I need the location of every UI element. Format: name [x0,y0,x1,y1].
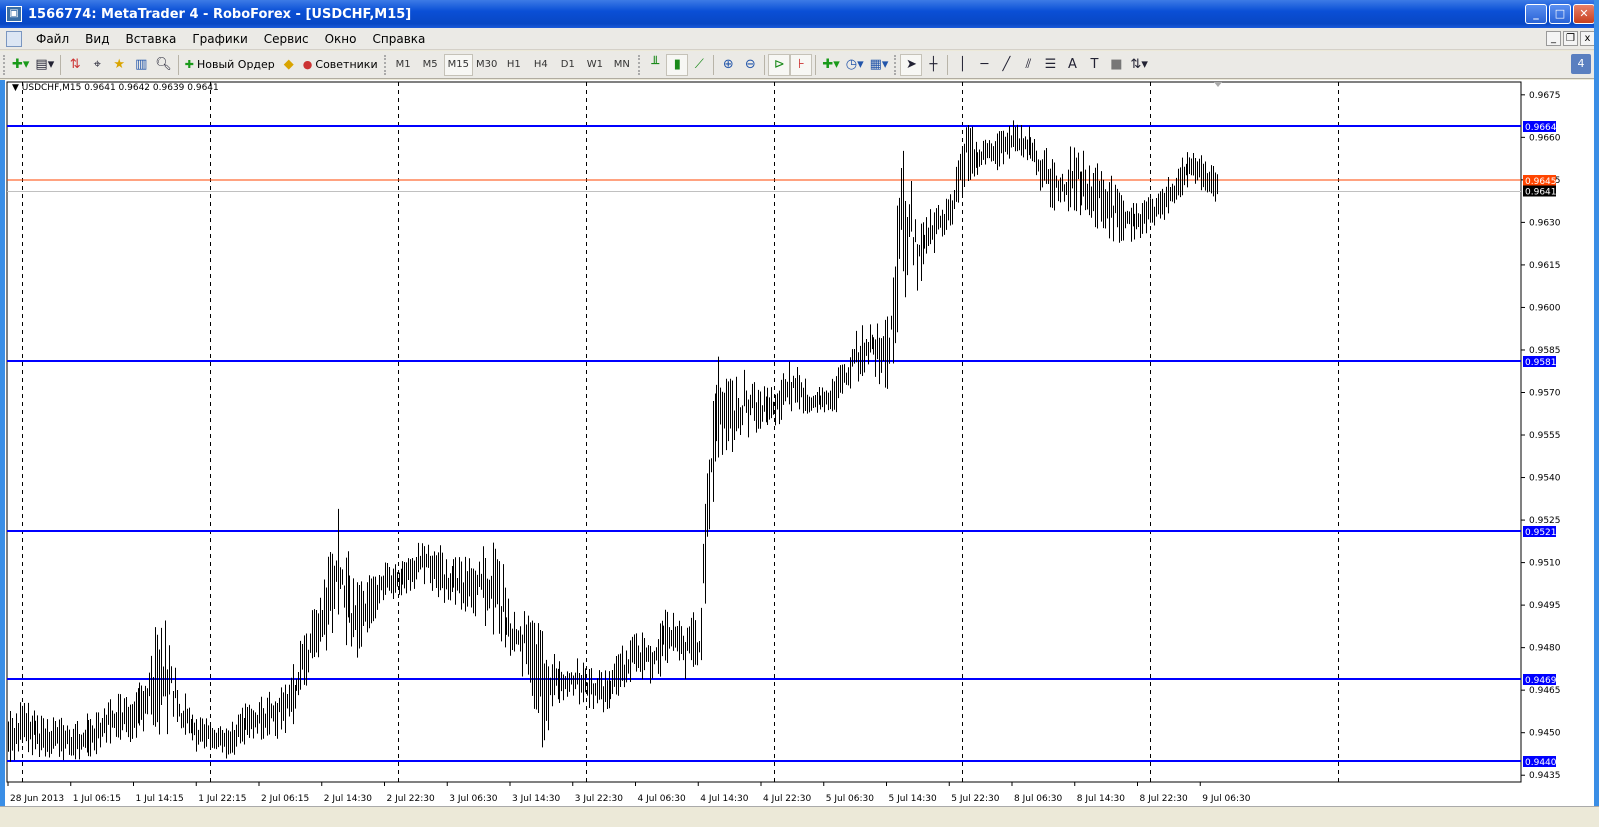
right-border [1594,0,1599,827]
y-tick-label: 0.9450 [1529,729,1561,739]
price-label: 0.9521 [1525,528,1557,538]
x-tick-label: 8 Jul 14:30 [1077,794,1126,804]
x-tick-label: 1 Jul 06:15 [73,794,121,804]
y-tick-label: 0.9630 [1529,218,1561,228]
collapse-icon[interactable]: ▼ [12,83,22,93]
x-tick-label: 1 Jul 14:15 [136,794,184,804]
price-chart[interactable]: 0.96750.96600.96450.96300.96150.96000.95… [0,0,1599,827]
y-tick-label: 0.9555 [1529,431,1561,441]
x-tick-label: 5 Jul 22:30 [951,794,1000,804]
x-tick-label: 4 Jul 06:30 [638,794,687,804]
status-bar [0,806,1599,827]
y-tick-label: 0.9585 [1529,346,1561,356]
x-tick-label: 28 Jun 2013 [10,794,64,804]
y-tick-label: 0.9510 [1529,559,1561,569]
x-tick-label: 8 Jul 06:30 [1014,794,1063,804]
plot-frame [6,81,1522,783]
x-tick-label: 3 Jul 14:30 [512,794,561,804]
left-border [0,80,5,827]
price-label: 0.9440 [1525,758,1557,768]
y-tick-label: 0.9540 [1529,474,1561,484]
y-tick-label: 0.9495 [1529,601,1561,611]
x-tick-label: 2 Jul 14:30 [324,794,373,804]
y-tick-label: 0.9675 [1529,91,1561,101]
y-tick-label: 0.9600 [1529,303,1561,313]
y-tick-label: 0.9525 [1529,516,1561,526]
y-tick-label: 0.9435 [1529,771,1561,781]
y-tick-label: 0.9660 [1529,133,1561,143]
x-tick-label: 4 Jul 14:30 [700,794,749,804]
x-tick-label: 3 Jul 22:30 [575,794,624,804]
y-tick-label: 0.9615 [1529,261,1561,271]
y-tick-label: 0.9465 [1529,686,1561,696]
price-label: 0.9581 [1525,358,1557,368]
x-tick-label: 5 Jul 06:30 [826,794,875,804]
x-tick-label: 4 Jul 22:30 [763,794,812,804]
x-tick-label: 1 Jul 22:15 [198,794,246,804]
y-tick-label: 0.9570 [1529,388,1561,398]
x-tick-label: 8 Jul 22:30 [1140,794,1189,804]
price-label: 0.9469 [1525,676,1557,686]
x-tick-label: 5 Jul 14:30 [889,794,938,804]
chart-header: ▼ USDCHF,M15 0.9641 0.9642 0.9639 0.9641 [12,83,219,93]
chart-ohlc-text: USDCHF,M15 0.9641 0.9642 0.9639 0.9641 [21,83,219,93]
x-tick-label: 2 Jul 22:30 [387,794,436,804]
x-tick-label: 2 Jul 06:15 [261,794,309,804]
y-tick-label: 0.9480 [1529,644,1561,654]
x-tick-label: 3 Jul 06:30 [449,794,498,804]
price-label: 0.9664 [1525,123,1557,133]
bid-price-label: 0.9641 [1525,188,1557,198]
x-tick-label: 9 Jul 06:30 [1202,794,1251,804]
